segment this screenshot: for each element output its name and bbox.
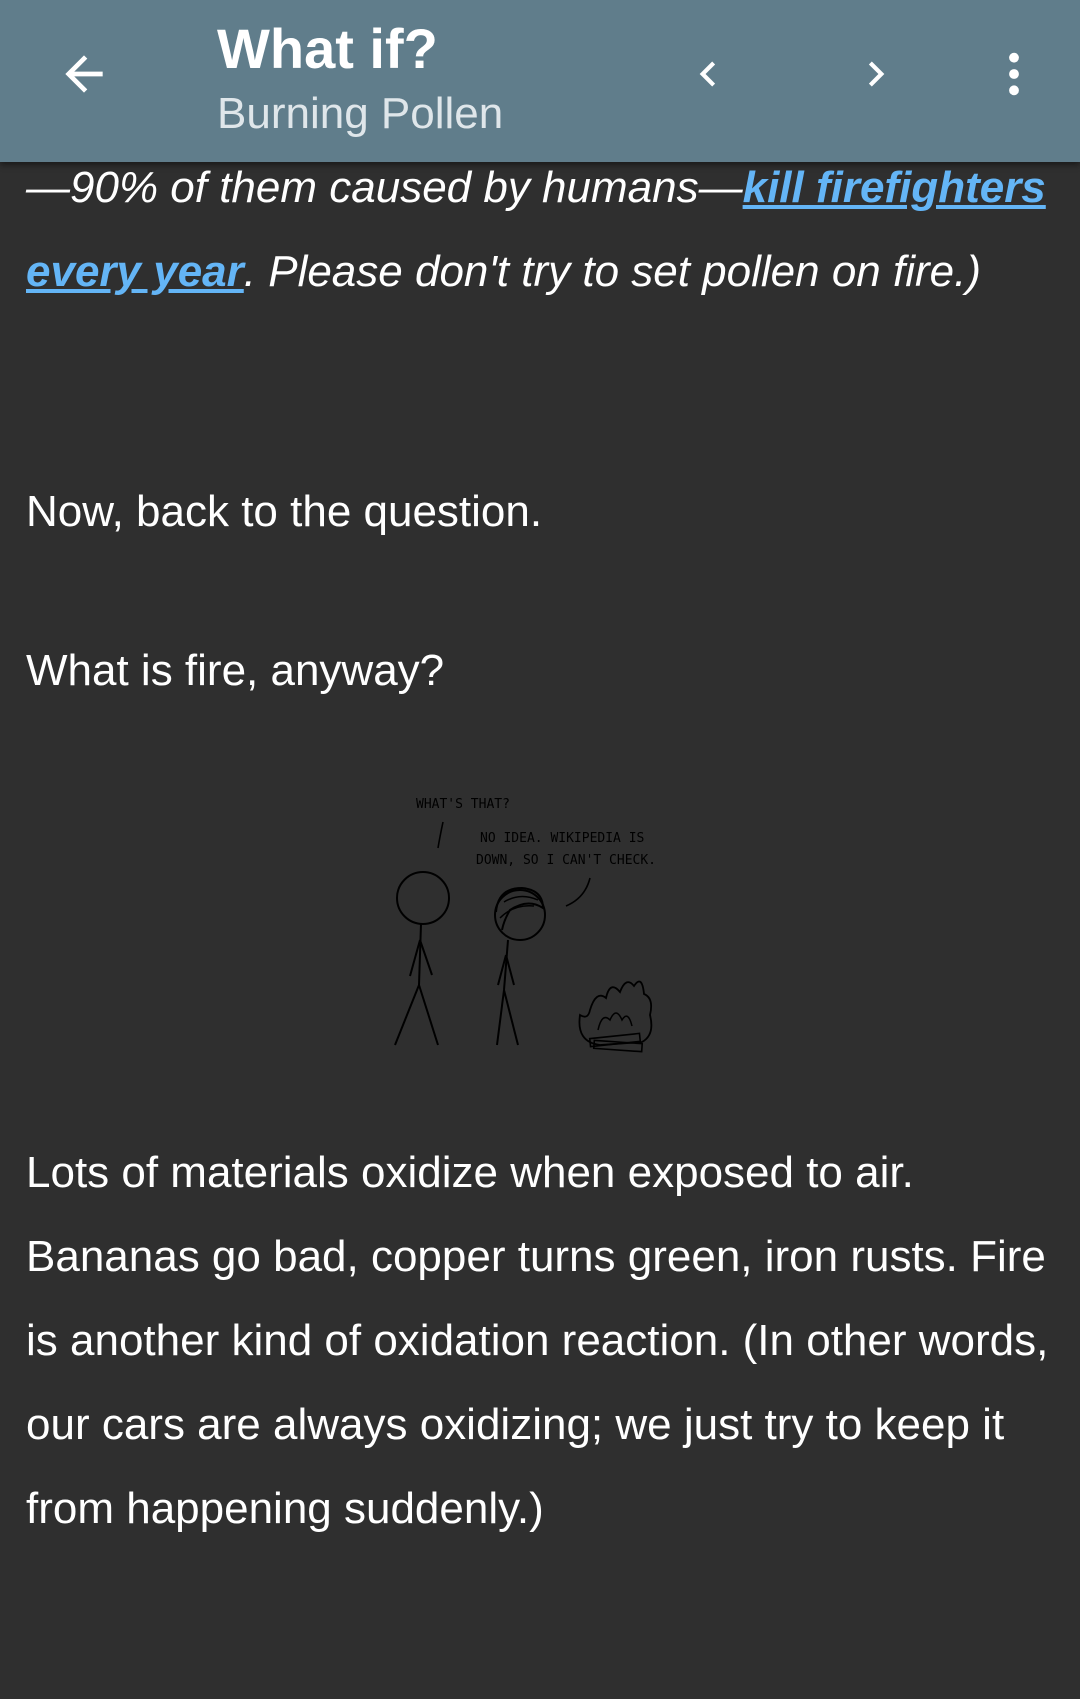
paragraph-text: —90% of them caused by humans— xyxy=(26,163,743,212)
app-toolbar: What if? Burning Pollen xyxy=(0,0,1080,162)
paragraph-oxidation: Lots of materials oxidize when exposed t… xyxy=(26,1148,1049,1533)
comic-caption: NO IDEA. WIKIPEDIA IS xyxy=(480,831,644,846)
toolbar-titles: What if? Burning Pollen xyxy=(217,16,503,140)
chevron-left-icon xyxy=(699,61,716,87)
comic-caption: DOWN, SO I CAN'T CHECK. xyxy=(476,853,656,868)
overflow-menu-button[interactable] xyxy=(974,34,1054,114)
paragraph-what-is-fire: What is fire, anyway? xyxy=(26,646,445,695)
paragraph-pollen-warning: —90% of them caused by humans—kill firef… xyxy=(26,146,1066,314)
comic-caption: WHAT'S THAT? xyxy=(416,797,510,812)
arrow-left-icon xyxy=(65,55,103,93)
page-title: What if? xyxy=(217,17,438,80)
article-content: —90% of them caused by humans—kill firef… xyxy=(0,0,1080,1699)
paragraph-text: . Please don't try to set pollen on fire… xyxy=(243,247,982,296)
next-article-button[interactable] xyxy=(836,34,916,114)
paragraph-back-to-question: Now, back to the question. xyxy=(26,487,543,536)
previous-article-button[interactable] xyxy=(668,34,748,114)
back-button[interactable] xyxy=(44,34,124,114)
page-subtitle: Burning Pollen xyxy=(217,89,504,138)
chevron-right-icon xyxy=(868,61,885,87)
comic-image: WHAT'S THAT? NO IDEA. WIKIPEDIA IS DOWN,… xyxy=(394,797,656,1053)
more-vertical-icon xyxy=(1009,52,1019,96)
